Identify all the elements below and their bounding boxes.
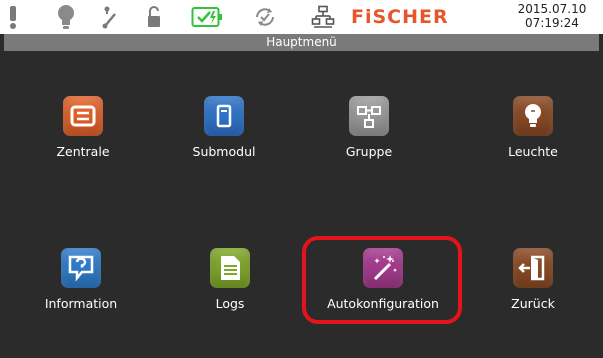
menu-item-label: Zentrale — [56, 144, 110, 159]
bulb-icon — [55, 4, 77, 30]
highlight-frame — [302, 236, 462, 324]
central-unit-icon — [63, 96, 103, 136]
page-title: Hauptmenü — [4, 34, 599, 51]
datetime-display: 2015.07.10 07:19:24 — [505, 2, 599, 30]
menu-item-label: Leuchte — [508, 144, 558, 159]
document-icon — [210, 248, 250, 288]
group-icon — [349, 96, 389, 136]
menu-item-logs[interactable]: Logs — [160, 248, 300, 311]
menu-item-label: Information — [44, 296, 118, 311]
menu-item-label: Submodul — [192, 144, 256, 159]
unlock-icon — [145, 4, 163, 30]
exclamation-icon — [6, 4, 20, 30]
menu-item-label: Zurück — [511, 296, 555, 311]
switch-icon — [100, 4, 120, 30]
menu-item-zentrale[interactable]: Zentrale — [13, 96, 153, 159]
sync-check-icon — [250, 4, 280, 30]
help-question-icon — [61, 248, 101, 288]
date-text: 2015.07.10 — [517, 2, 587, 16]
network-icon — [310, 4, 336, 30]
lamp-icon — [513, 96, 553, 136]
menu-item-leuchte[interactable]: Leuchte — [463, 96, 603, 159]
menu-item-label: Gruppe — [345, 144, 393, 159]
exit-door-icon — [513, 248, 553, 288]
menu-item-gruppe[interactable]: Gruppe — [299, 96, 439, 159]
menu-item-submodul[interactable]: Submodul — [154, 96, 294, 159]
time-text: 07:19:24 — [525, 16, 579, 30]
status-bar: FiSCHER 2015.07.10 07:19:24 — [0, 0, 603, 34]
menu-item-information[interactable]: Information — [11, 248, 151, 311]
submodule-icon — [204, 96, 244, 136]
brand-logo: FiSCHER — [351, 6, 449, 28]
menu-item-zurueck[interactable]: Zurück — [463, 248, 603, 311]
battery-charging-icon — [190, 4, 224, 30]
menu-item-label: Logs — [215, 296, 245, 311]
